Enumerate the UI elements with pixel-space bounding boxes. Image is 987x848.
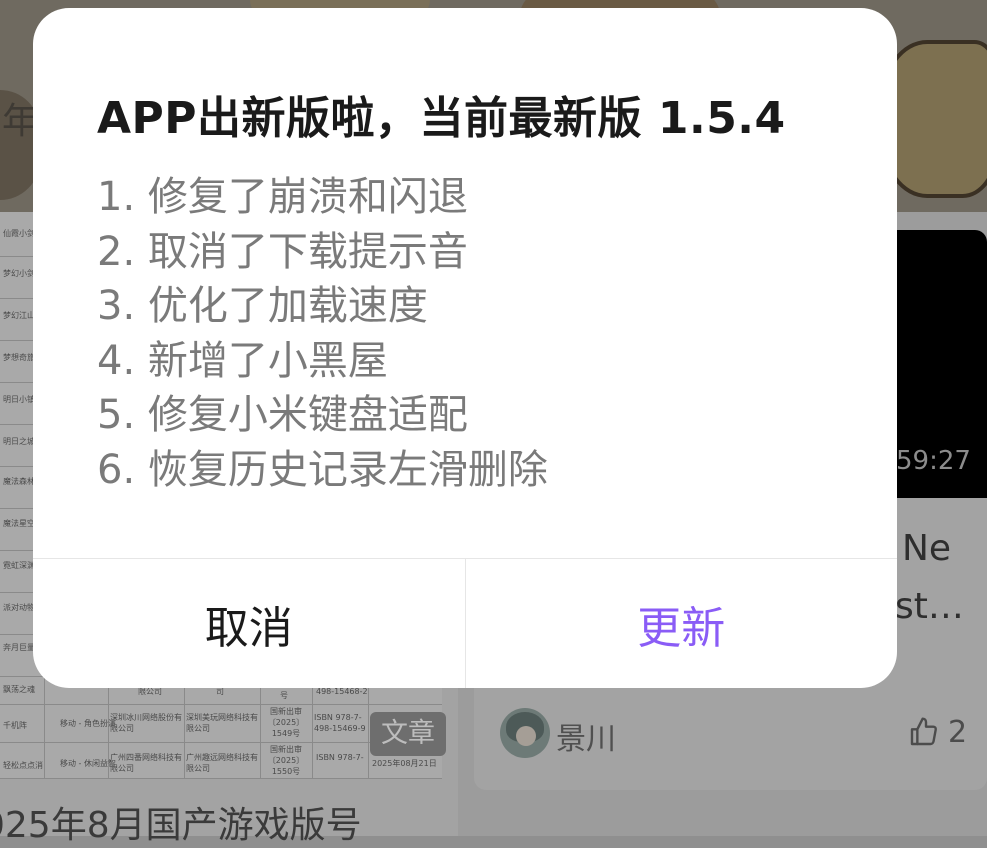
author-name[interactable]: 景川 [556, 714, 616, 758]
table-cell: 国新出审〔2025〕1550号 [267, 745, 305, 776]
video-title-line: st… [895, 586, 964, 627]
video-title-line: Ne [902, 528, 952, 569]
table-cell: 号 [280, 691, 288, 700]
dialog-title: APP出新版啦，当前最新版 1.5.4 [97, 93, 786, 144]
table-cell: 仙霞小剑 [3, 229, 35, 238]
table-cell: 广州四番网络科技有限公司 [110, 753, 182, 773]
video-duration: 59:27 [896, 446, 971, 476]
changelog-item: 5. 修复小米键盘适配 [97, 392, 468, 438]
table-cell: 明日小镇 [3, 395, 35, 404]
table-grid-line [0, 778, 442, 779]
cancel-button[interactable]: 取消 [33, 559, 466, 688]
changelog-list: 1. 修复了崩溃和闪退 2. 取消了下载提示音 3. 优化了加载速度 4. 新增… [97, 170, 548, 497]
table-cell: 派对动物 [3, 603, 35, 612]
thumbs-up-icon [910, 717, 937, 746]
table-cell: 深圳冰川网络股份有限公司 [110, 713, 182, 733]
table-cell: 飘荡之魂 [3, 685, 35, 694]
table-cell: 移动 - 休闲益智 [60, 759, 116, 768]
changelog-item: 2. 取消了下载提示音 [97, 228, 468, 275]
table-cell: 千机阵 [3, 721, 27, 730]
table-cell: 奔月巨量 [3, 643, 35, 652]
article-title[interactable]: 025年8月国产游戏版号 [0, 796, 362, 848]
table-cell: 霓虹深渊 [3, 561, 35, 570]
changelog-item: 4. 新增了小黑屋 [97, 337, 388, 384]
dialog-actions: 取消 更新 [33, 558, 897, 688]
table-cell: 深圳美玩网络科技有限公司 [186, 713, 258, 733]
table-cell: 梦幻江山 [3, 311, 35, 320]
table-cell: 国新出审〔2025〕1549号 [267, 707, 305, 738]
article-type-tag: 文章 [370, 712, 446, 756]
table-grid-line [0, 704, 442, 705]
table-cell: 魔法星空 [3, 519, 35, 528]
table-cell: 梦想奇旅 [3, 353, 35, 362]
changelog-item: 1. 修复了崩溃和闪退 [97, 174, 468, 220]
like-count: 2 [948, 714, 968, 750]
table-cell: 魔法森林 [3, 477, 35, 486]
table-cell: 梦幻小剑 [3, 269, 35, 278]
changelog-item: 6. 恢复历史记录左滑删除 [97, 446, 548, 493]
changelog-item: 3. 优化了加载速度 [97, 283, 428, 329]
update-button[interactable]: 更新 [466, 559, 898, 688]
avatar-face-shape [516, 726, 536, 746]
table-cell: ISBN 978-7-498-15469-9 [314, 713, 366, 733]
avatar[interactable] [500, 708, 550, 758]
table-cell: 移动 - 角色扮演 [60, 719, 116, 728]
table-cell: 广州趣远网络科技有限公司 [186, 753, 258, 773]
update-dialog: APP出新版啦，当前最新版 1.5.4 1. 修复了崩溃和闪退 2. 取消了下载… [33, 8, 897, 688]
table-cell: ISBN 978-7- [316, 753, 364, 762]
table-cell: 轻松点点消 [3, 761, 43, 770]
table-cell: 明日之城 [3, 437, 35, 446]
like-button[interactable]: 2 [908, 714, 967, 750]
table-cell: 2025年08月21日 [372, 759, 437, 768]
